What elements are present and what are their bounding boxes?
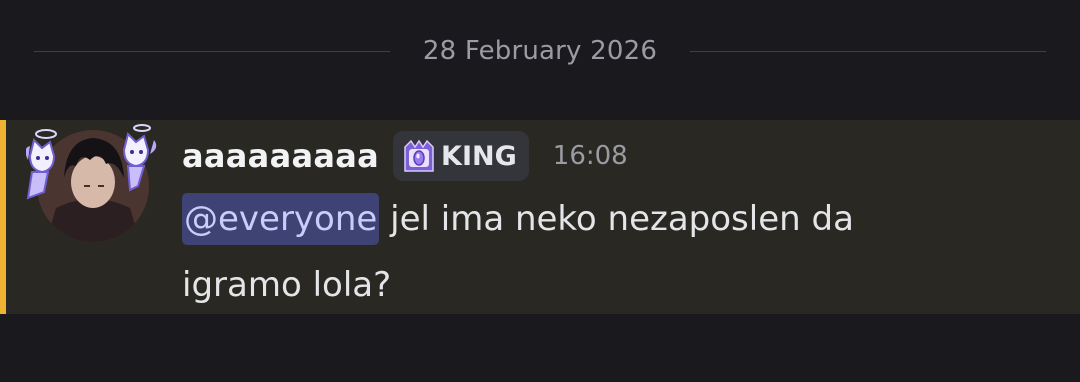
message-text-line2: igramo lola? bbox=[182, 265, 392, 305]
divider-line-right bbox=[690, 51, 1046, 52]
date-divider-label: 28 February 2026 bbox=[422, 36, 658, 66]
date-divider: 28 February 2026 bbox=[34, 30, 1046, 74]
mention-highlight-bar bbox=[0, 120, 6, 314]
role-name: KING bbox=[441, 140, 517, 172]
everyone-mention[interactable]: @everyone bbox=[182, 193, 380, 245]
chat-view: 28 February 2026 aaaaaaaaa KING 16:08 @e… bbox=[0, 0, 1080, 382]
angel-cat-sticker-right bbox=[122, 124, 157, 192]
role-tag[interactable]: KING bbox=[393, 131, 529, 181]
avatar[interactable] bbox=[26, 120, 160, 242]
author-username[interactable]: aaaaaaaaa bbox=[182, 137, 379, 175]
message-content: @everyone jel ima neko nezaposlen da igr… bbox=[182, 186, 1042, 318]
message-item[interactable]: aaaaaaaaa KING 16:08 @everyone jel ima n… bbox=[0, 120, 1080, 314]
divider-line-left bbox=[34, 51, 390, 52]
message-header: aaaaaaaaa KING 16:08 bbox=[182, 131, 628, 181]
message-timestamp[interactable]: 16:08 bbox=[553, 141, 628, 171]
crown-gem-icon bbox=[404, 139, 434, 172]
message-text-line1: jel ima neko nezaposlen da bbox=[379, 199, 854, 239]
